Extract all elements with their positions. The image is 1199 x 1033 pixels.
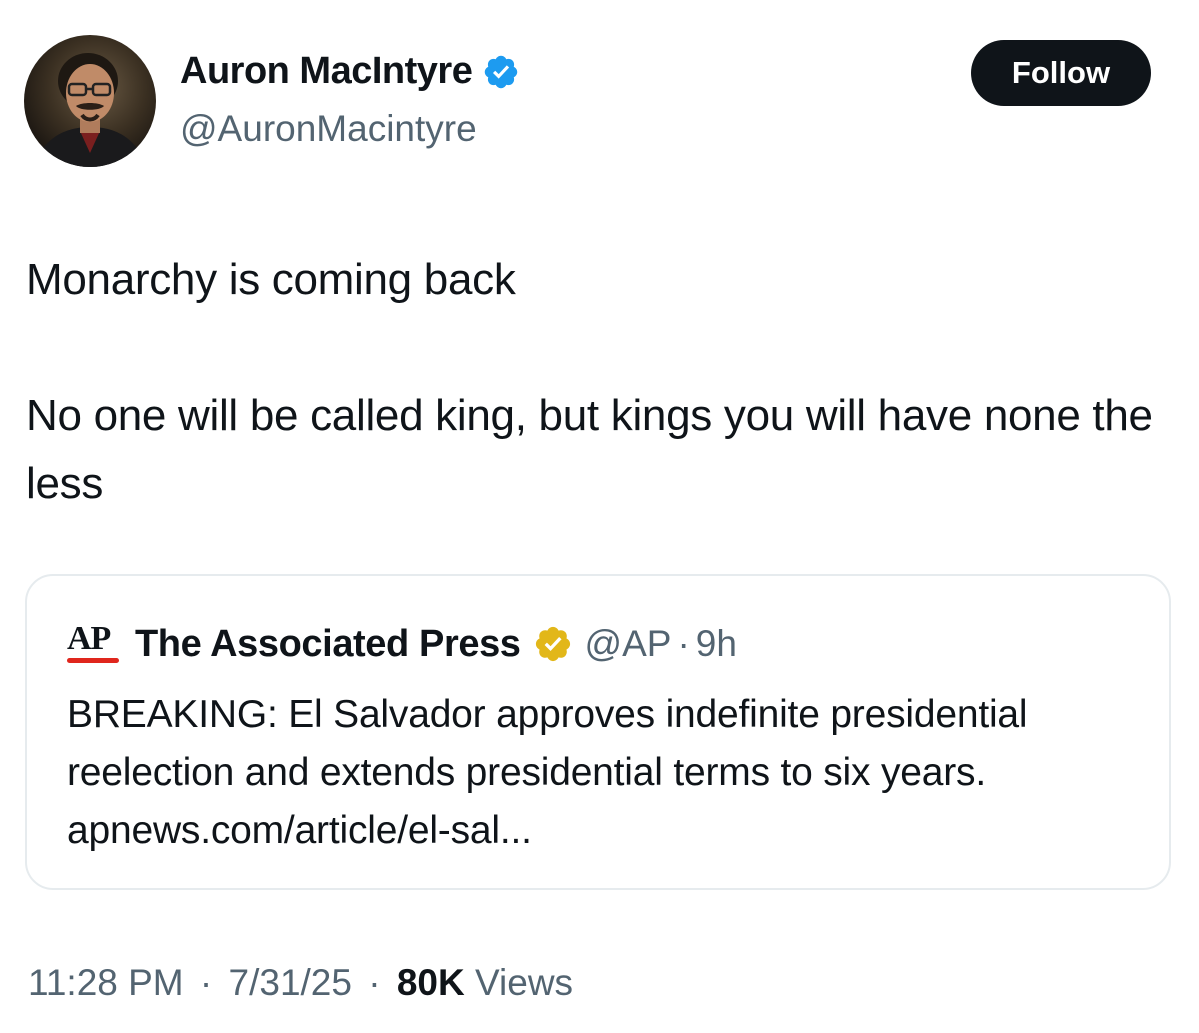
gold-verified-badge-icon bbox=[533, 624, 573, 664]
views-count[interactable]: 80K bbox=[397, 962, 465, 1003]
verified-badge-icon bbox=[482, 53, 520, 91]
meta-separator: · bbox=[677, 623, 690, 664]
author-display-name[interactable]: Auron MacIntyre bbox=[180, 50, 473, 93]
footer-separator: · bbox=[368, 962, 381, 1003]
quoted-author-name[interactable]: The Associated Press bbox=[135, 623, 521, 666]
ap-logo-underline bbox=[67, 658, 119, 663]
quoted-tweet-card[interactable]: AP The Associated Press @AP · 9h BREAKIN… bbox=[25, 574, 1171, 890]
ap-logo-icon[interactable]: AP bbox=[67, 618, 123, 670]
tweet-date[interactable]: 7/31/25 bbox=[229, 962, 352, 1003]
views-label: Views bbox=[475, 962, 574, 1003]
tweet-text: Monarchy is coming back No one will be c… bbox=[26, 255, 1153, 508]
tweet-time[interactable]: 11:28 PM bbox=[28, 962, 184, 1003]
author-avatar[interactable] bbox=[24, 35, 156, 167]
quoted-tweet-text: BREAKING: El Salvador approves indefinit… bbox=[67, 693, 1028, 852]
footer-separator: · bbox=[199, 962, 213, 1003]
avatar-portrait bbox=[34, 53, 146, 167]
quoted-tweet-time[interactable]: 9h bbox=[696, 623, 737, 665]
ap-logo-text: AP bbox=[67, 620, 111, 657]
follow-button[interactable]: Follow bbox=[971, 40, 1151, 106]
tweet-footer: 11:28 PM · 7/31/25 · 80K Views bbox=[28, 962, 573, 1004]
quoted-author-handle[interactable]: @AP bbox=[585, 623, 672, 665]
quoted-tweet-header: AP The Associated Press @AP · 9h bbox=[67, 618, 737, 670]
author-handle[interactable]: @AuronMacintyre bbox=[180, 108, 477, 150]
author-name-row: Auron MacIntyre bbox=[180, 50, 520, 93]
